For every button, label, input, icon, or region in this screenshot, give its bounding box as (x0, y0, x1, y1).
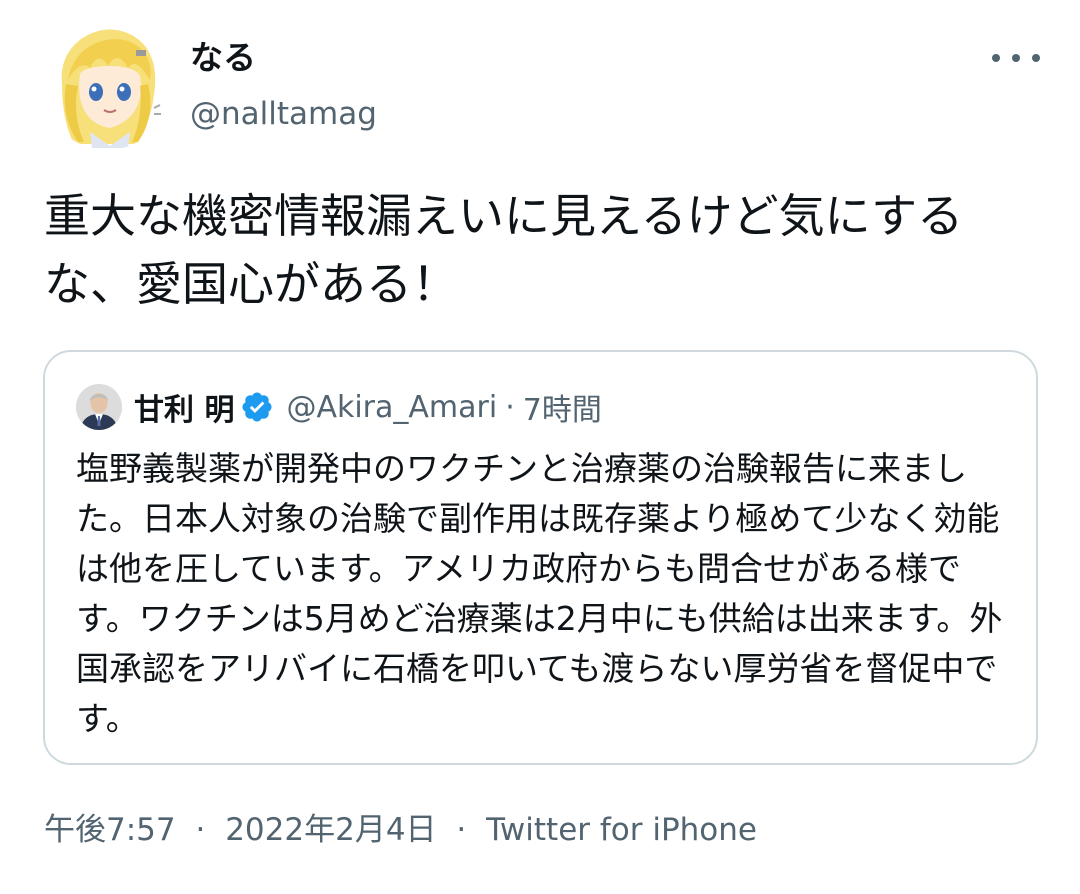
quoted-author-avatar[interactable] (76, 384, 122, 430)
person-avatar-icon (76, 384, 122, 430)
separator-dot: · (195, 812, 206, 848)
separator-dot: · (456, 812, 467, 848)
quoted-tweet-card[interactable]: 甘利 明 @Akira_Amari · 7時間 塩野義製薬が開発中のワクチンと治… (43, 350, 1038, 765)
quoted-tweet-text: 塩野義製薬が開発中のワクチンと治療薬の治験報告に来ました。日本人対象の治験で副作… (76, 449, 1003, 738)
quoted-tweet-time[interactable]: 7時間 (523, 385, 602, 429)
quoted-author-display-name[interactable]: 甘利 明 (134, 385, 234, 429)
author-names: なる @nalltamag (190, 38, 790, 134)
tweet-text: 重大な機密情報漏えいに見えるけど気にするな、愛国心がある！ (44, 189, 964, 311)
tweet-time[interactable]: 午後7:57 (44, 812, 176, 848)
tweet-header: なる @nalltamag (44, 24, 1044, 150)
more-dot (1012, 54, 1020, 62)
tweet-meta: 午後7:57 · 2022年2月4日 · Twitter for iPhone (44, 808, 757, 852)
verified-badge-icon (240, 390, 274, 424)
tweet-date[interactable]: 2022年2月4日 (225, 812, 436, 848)
quoted-tweet-header: 甘利 明 @Akira_Amari · 7時間 (76, 382, 602, 432)
tweet-source-link[interactable]: Twitter for iPhone (486, 812, 757, 848)
more-dot (992, 54, 1000, 62)
separator-dot: · (505, 389, 515, 425)
quoted-author-handle[interactable]: @Akira_Amari (286, 390, 497, 425)
more-horizontal-icon[interactable] (992, 46, 1040, 70)
anime-character-avatar-icon (44, 24, 170, 150)
author-handle[interactable]: @nalltamag (190, 94, 790, 134)
author-avatar[interactable] (44, 24, 170, 150)
more-dot (1032, 54, 1040, 62)
tweet-detail: なる @nalltamag 重大な機密情報漏えいに見えるけど気にするな、愛国心が… (0, 0, 1080, 894)
author-display-name[interactable]: なる (190, 38, 790, 78)
